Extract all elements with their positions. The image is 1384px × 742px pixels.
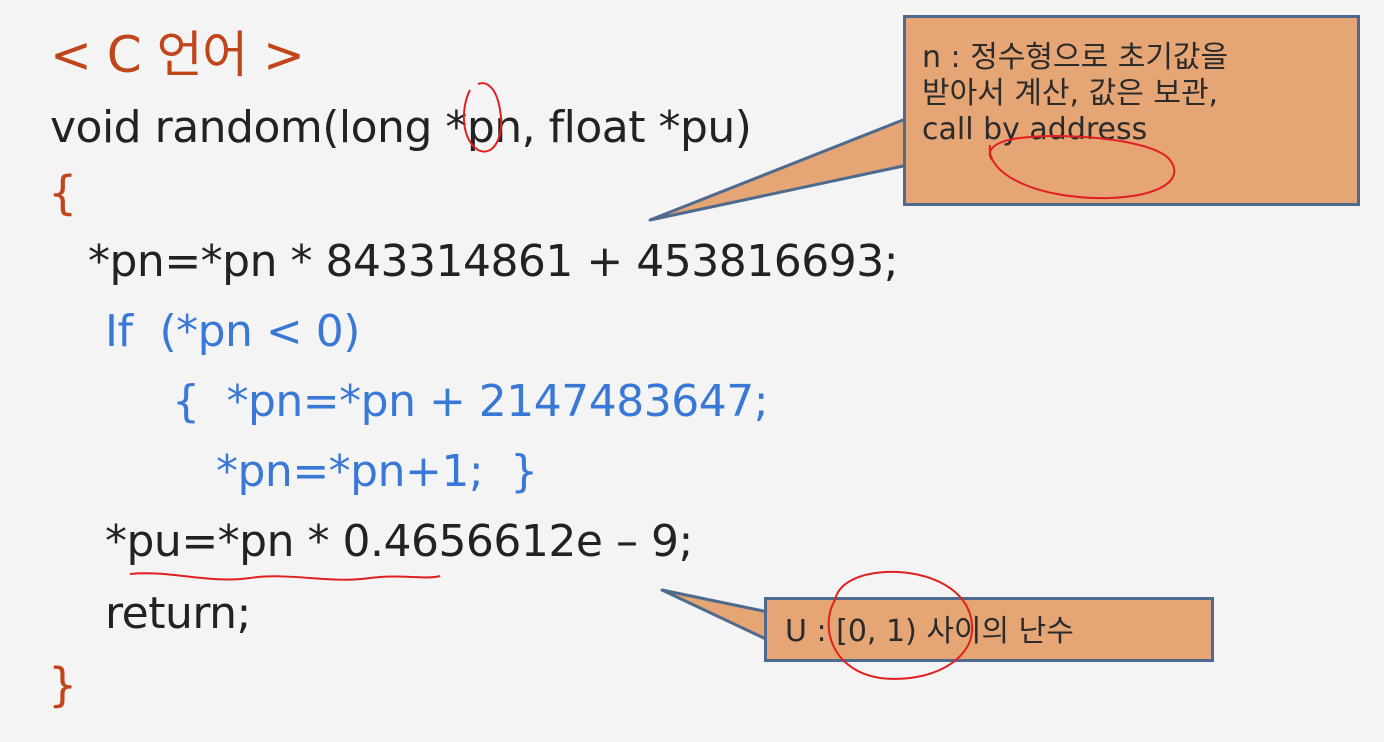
callout-n-explanation: n : 정수형으로 초기값을 받아서 계산, 값은 보관, call by ad… xyxy=(903,15,1360,206)
close-brace: } xyxy=(48,658,77,712)
code-line-pu: *pu=*pn * 0.4656612e – 9; xyxy=(105,516,693,567)
pu-underline-annotation xyxy=(129,572,441,581)
code-line-increment: *pn=*pn+1; } xyxy=(216,446,538,497)
slide-title: < C 언어 > xyxy=(50,26,305,84)
open-brace: { xyxy=(48,166,77,220)
callout-n-line-3: call by address xyxy=(922,112,1148,147)
code-line-multiply: *pn=*pn * 843314861 + 453816693; xyxy=(88,236,899,287)
callout-n-line-2: 받아서 계산, 값은 보관, xyxy=(922,76,1219,111)
callout-u-explanation: U : [0, 1) 사이의 난수 xyxy=(764,597,1214,662)
code-line-return: return; xyxy=(105,588,251,639)
callout-n-line-1: n : 정수형으로 초기값을 xyxy=(922,40,1229,75)
code-line-if: If (*pn < 0) xyxy=(105,306,360,357)
callout-u-pointer xyxy=(660,588,770,642)
code-line-add: { *pn=*pn + 2147483647; xyxy=(172,376,769,427)
function-signature: void random(long *pn, float *pu) xyxy=(50,102,752,153)
